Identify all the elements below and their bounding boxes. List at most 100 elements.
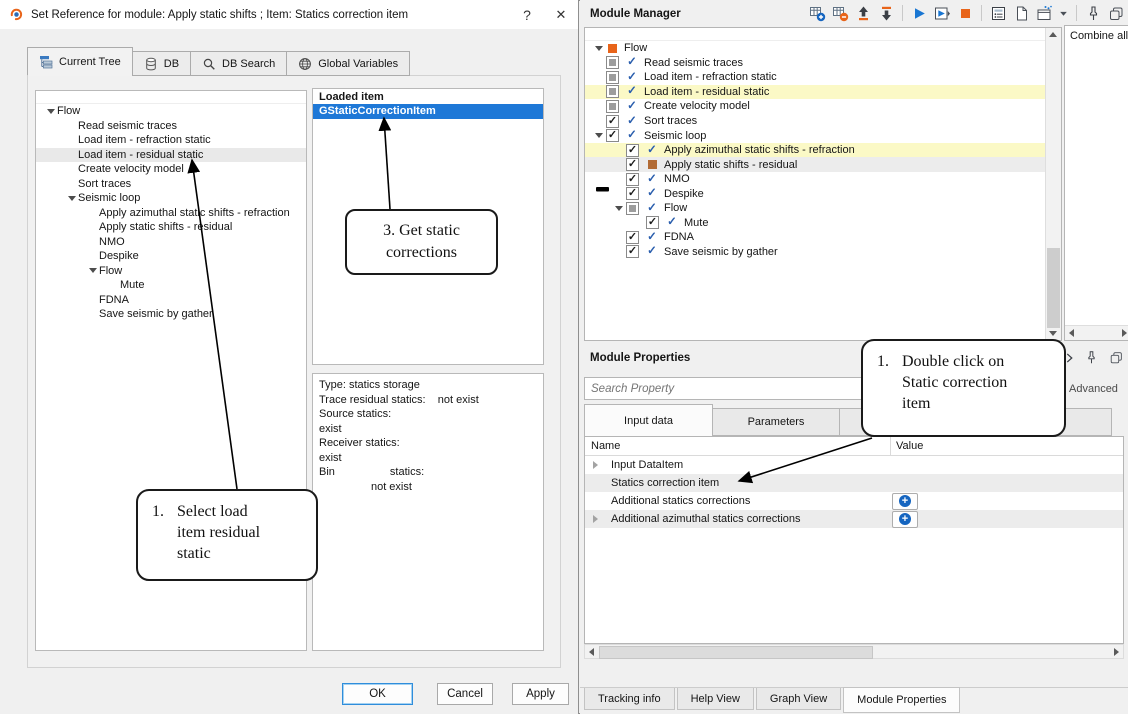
module-item-nmo[interactable]: ✓✓NMO [585, 172, 1061, 187]
checkbox-checked[interactable]: ✓ [646, 216, 659, 229]
bottom-tab-help-view[interactable]: Help View [677, 688, 754, 710]
expander-icon[interactable] [44, 109, 57, 114]
expander-icon[interactable] [591, 46, 606, 51]
tree-item-seismic-loop[interactable]: Seismic loop [36, 191, 306, 206]
tree-item-mute[interactable]: Mute [36, 278, 306, 293]
run-flow-icon[interactable] [933, 4, 951, 22]
close-button[interactable]: ✕ [544, 0, 578, 29]
tab-db-search[interactable]: DB Search [190, 51, 287, 76]
cancel-button[interactable]: Cancel [437, 683, 493, 705]
scroll-left-button[interactable] [1065, 326, 1078, 339]
module-item-despike[interactable]: ✓✓Despike [585, 186, 1061, 201]
remove-module-icon[interactable] [831, 4, 849, 22]
help-button[interactable]: ? [510, 0, 544, 29]
export-icon[interactable] [877, 4, 895, 22]
tree-item-despike[interactable]: Despike [36, 249, 306, 264]
expander-icon[interactable] [86, 268, 99, 273]
module-item-flow[interactable]: ✓Flow [585, 201, 1061, 216]
checkbox-checked[interactable]: ✓ [606, 115, 619, 128]
checkbox-checked[interactable]: ✓ [626, 158, 639, 171]
report-icon[interactable] [989, 4, 1007, 22]
expander-icon[interactable] [65, 196, 78, 201]
chevron-right-icon[interactable] [1065, 352, 1074, 364]
scrollbar-thumb[interactable] [599, 646, 873, 659]
module-item-mute[interactable]: ✓✓Mute [585, 216, 1061, 231]
checkbox-partial[interactable] [606, 100, 619, 113]
property-row-additional-azimuthal-statics-corrections[interactable]: Additional azimuthal statics corrections… [585, 510, 1123, 528]
add-module-icon[interactable] [808, 4, 826, 22]
module-item-load-item-refraction-static[interactable]: ✓Load item - refraction static [585, 70, 1061, 85]
run-icon[interactable] [910, 4, 928, 22]
expander-icon[interactable] [585, 515, 611, 523]
scroll-left-button[interactable] [585, 645, 598, 658]
checkbox-partial[interactable] [606, 85, 619, 98]
add-value-button[interactable]: + [892, 493, 918, 510]
checkbox-checked[interactable]: ✓ [626, 245, 639, 258]
module-item-create-velocity-model[interactable]: ✓Create velocity model [585, 99, 1061, 114]
tree-item-create-velocity-model[interactable]: Create velocity model [36, 162, 306, 177]
bottom-tab-module-properties[interactable]: Module Properties [843, 687, 960, 713]
scroll-right-button[interactable] [1110, 645, 1123, 658]
paste-icon[interactable] [1012, 4, 1030, 22]
module-item-fdna[interactable]: ✓✓FDNA [585, 230, 1061, 245]
tab-input-data[interactable]: Input data [584, 404, 713, 436]
module-item-seismic-loop[interactable]: ✓✓Seismic loop [585, 128, 1061, 143]
tab-db[interactable]: DB [132, 51, 191, 76]
tree-item-fdna[interactable]: FDNA [36, 293, 306, 308]
checkbox-partial[interactable] [626, 202, 639, 215]
expander-icon[interactable] [591, 133, 606, 138]
tab-current-tree[interactable]: Current Tree [27, 47, 133, 76]
checkbox-partial[interactable] [606, 71, 619, 84]
float-icon[interactable] [1107, 4, 1125, 22]
advanced-toggle[interactable]: Advanced [1069, 383, 1118, 395]
module-item-flow[interactable]: Flow [585, 41, 1061, 56]
caret-down-icon[interactable] [1058, 4, 1069, 22]
float-window-icon[interactable] [1109, 350, 1124, 365]
loaded-item-gstaticcorrectionitem[interactable]: GStaticCorrectionItem [313, 104, 543, 119]
checkbox-checked[interactable]: ✓ [626, 231, 639, 244]
tree-item-read-seismic-traces[interactable]: Read seismic traces [36, 119, 306, 134]
bottom-tab-graph-view[interactable]: Graph View [756, 688, 841, 710]
stop-icon[interactable] [956, 4, 974, 22]
tree-item-load-item-residual-static[interactable]: Load item - residual static [36, 148, 306, 163]
scroll-right-button[interactable] [1118, 326, 1128, 339]
checkbox-checked[interactable]: ✓ [626, 144, 639, 157]
scrollbar-thumb[interactable] [1047, 248, 1060, 328]
apply-button[interactable]: Apply [512, 683, 569, 705]
tree-item-flow[interactable]: Flow [36, 104, 306, 119]
pin-icon[interactable] [1084, 4, 1102, 22]
expander-icon[interactable] [585, 461, 611, 469]
tab-parameters[interactable]: Parameters [712, 408, 840, 436]
module-item-apply-static-shifts-residual[interactable]: ✓Apply static shifts - residual [585, 157, 1061, 172]
expander-icon[interactable] [611, 206, 626, 211]
property-row-statics-correction-item[interactable]: Statics correction item [585, 474, 1123, 492]
add-value-button[interactable]: + [892, 511, 918, 528]
combine-horizontal-scrollbar[interactable] [1065, 325, 1128, 340]
tree-item-apply-azimuthal-static-shifts-refraction[interactable]: Apply azimuthal static shifts - refracti… [36, 206, 306, 221]
checkbox-checked[interactable]: ✓ [606, 129, 619, 142]
pin-icon[interactable] [1084, 350, 1099, 365]
import-icon[interactable] [854, 4, 872, 22]
new-window-icon[interactable] [1035, 4, 1053, 22]
module-item-load-item-residual-static[interactable]: ✓Load item - residual static [585, 85, 1061, 100]
checkbox-checked[interactable]: ✓ [626, 173, 639, 186]
ok-button[interactable]: OK [342, 683, 413, 705]
checkbox-checked[interactable]: ✓ [626, 187, 639, 200]
module-item-read-seismic-traces[interactable]: ✓Read seismic traces [585, 56, 1061, 71]
property-row-additional-statics-corrections[interactable]: Additional statics corrections+ [585, 492, 1123, 510]
tree-item-apply-static-shifts-residual[interactable]: Apply static shifts - residual [36, 220, 306, 235]
module-tree-vertical-scrollbar[interactable] [1045, 28, 1061, 340]
module-item-sort-traces[interactable]: ✓✓Sort traces [585, 114, 1061, 129]
checkbox-partial[interactable] [606, 56, 619, 69]
tree-item-flow[interactable]: Flow [36, 264, 306, 279]
module-item-save-seismic-by-gather[interactable]: ✓✓Save seismic by gather [585, 245, 1061, 260]
tab-global-variables[interactable]: Global Variables [286, 51, 410, 76]
tree-item-save-seismic-by-gather[interactable]: Save seismic by gather [36, 307, 306, 322]
properties-horizontal-scrollbar[interactable] [584, 644, 1124, 659]
tree-item-sort-traces[interactable]: Sort traces [36, 177, 306, 192]
scroll-up-button[interactable] [1046, 28, 1059, 41]
tree-item-nmo[interactable]: NMO [36, 235, 306, 250]
property-row-input-dataitem[interactable]: Input DataItem [585, 456, 1123, 474]
module-item-apply-azimuthal-static-shifts-refraction[interactable]: ✓✓Apply azimuthal static shifts - refrac… [585, 143, 1061, 158]
tree-item-load-item-refraction-static[interactable]: Load item - refraction static [36, 133, 306, 148]
